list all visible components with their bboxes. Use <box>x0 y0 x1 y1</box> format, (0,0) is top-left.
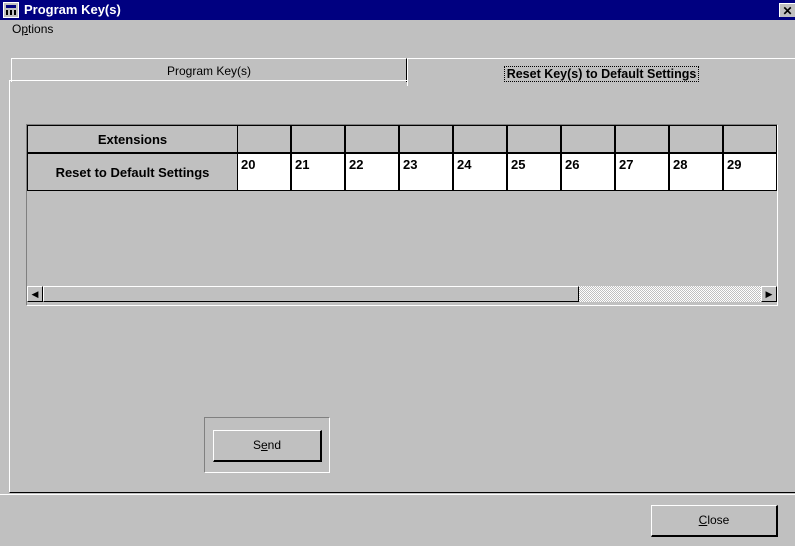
send-label-suffix: nd <box>267 438 282 452</box>
extension-header-cell[interactable] <box>291 125 345 153</box>
extension-header-cell[interactable] <box>669 125 723 153</box>
extension-header-cell[interactable] <box>507 125 561 153</box>
extension-header-cell[interactable] <box>615 125 669 153</box>
reset-value-cell[interactable]: 23 <box>399 153 453 191</box>
extensions-grid[interactable]: Extensions Reset to Default Settings 20 … <box>26 124 778 306</box>
tab-reset-keys[interactable]: Reset Key(s) to Default Settings <box>407 58 795 86</box>
scroll-track[interactable] <box>579 286 761 302</box>
reset-value-cell[interactable]: 22 <box>345 153 399 191</box>
horizontal-scrollbar[interactable]: ◀ ▶ <box>27 285 777 302</box>
reset-value-cell[interactable]: 25 <box>507 153 561 191</box>
scroll-right-icon[interactable]: ▶ <box>761 286 777 302</box>
scroll-left-icon[interactable]: ◀ <box>27 286 43 302</box>
reset-value-cell[interactable]: 29 <box>723 153 777 191</box>
menu-bar: Options <box>0 20 795 38</box>
row-header-extensions: Extensions <box>27 125 238 153</box>
reset-value-cell[interactable]: 20 <box>237 153 291 191</box>
extension-header-cell[interactable] <box>237 125 291 153</box>
extension-header-cell[interactable] <box>399 125 453 153</box>
tab-reset-keys-label: Reset Key(s) to Default Settings <box>503 66 700 82</box>
extension-header-cell[interactable] <box>345 125 399 153</box>
tab-program-keys[interactable]: Program Key(s) <box>11 58 407 82</box>
reset-value-cell[interactable]: 27 <box>615 153 669 191</box>
menu-options[interactable]: Options <box>12 22 53 36</box>
title-bar: Program Key(s) ✕ <box>0 0 795 20</box>
menu-options-prefix: O <box>12 22 22 36</box>
send-button[interactable]: Send <box>213 430 322 462</box>
window-title: Program Key(s) <box>24 2 121 17</box>
menu-options-suffix: tions <box>28 22 54 36</box>
extension-header-cell[interactable] <box>723 125 777 153</box>
send-label-mnemonic: e <box>260 438 268 452</box>
reset-value-cell[interactable]: 24 <box>453 153 507 191</box>
close-label-suffix: lose <box>707 513 730 527</box>
extension-header-cell[interactable] <box>453 125 507 153</box>
send-label-prefix: S <box>252 438 261 452</box>
reset-value-cell[interactable]: 28 <box>669 153 723 191</box>
scroll-thumb[interactable] <box>43 286 579 302</box>
divider <box>0 494 795 495</box>
app-icon[interactable] <box>3 2 19 18</box>
extension-header-cell[interactable] <box>561 125 615 153</box>
close-button[interactable]: Close <box>651 505 778 537</box>
reset-value-cell[interactable]: 26 <box>561 153 615 191</box>
row-header-reset: Reset to Default Settings <box>27 153 238 191</box>
close-window-icon[interactable]: ✕ <box>779 3 795 18</box>
reset-value-cell[interactable]: 21 <box>291 153 345 191</box>
